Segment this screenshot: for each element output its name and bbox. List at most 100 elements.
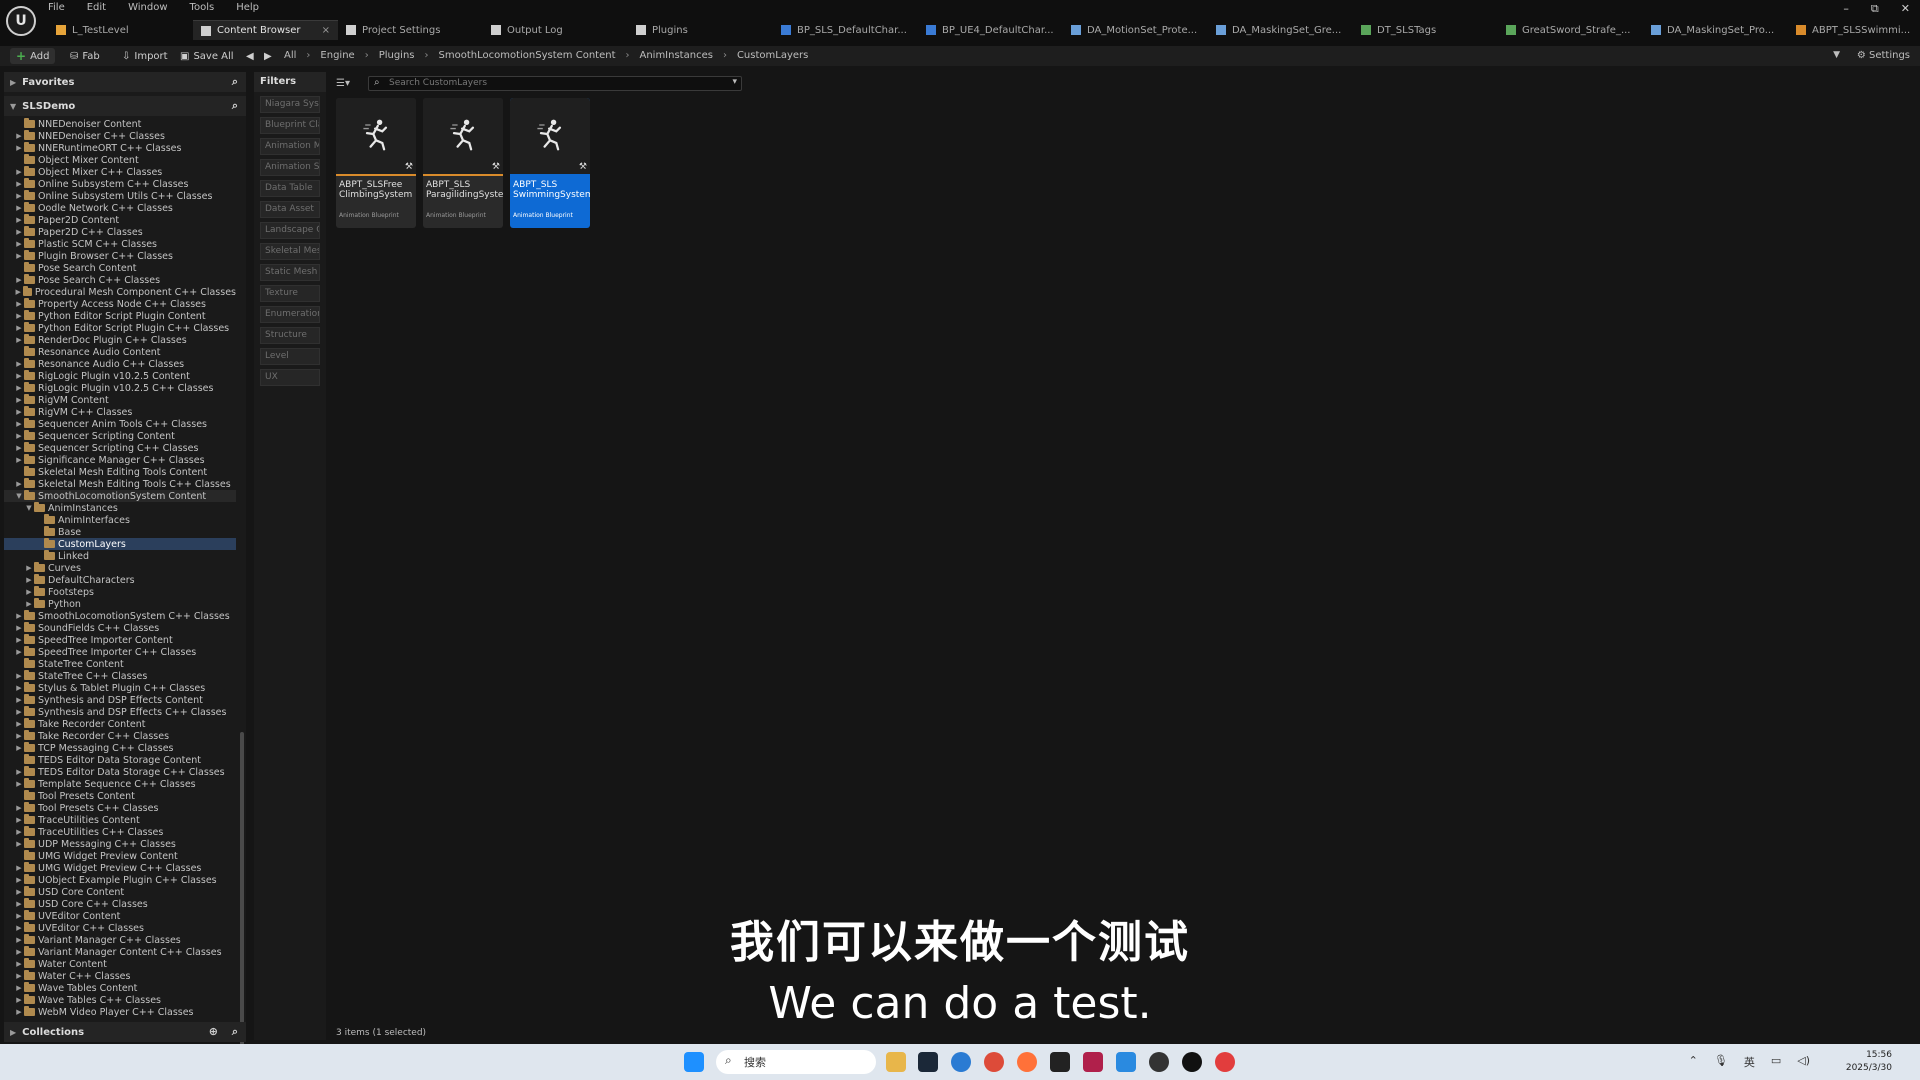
tree-folder-item[interactable]: ▶ Take Recorder C++ Classes [4,730,236,742]
expand-arrow-icon[interactable]: ▶ [14,624,24,632]
expand-arrow-icon[interactable]: ▶ [14,252,24,260]
expand-arrow-icon[interactable]: ▶ [14,384,24,392]
history-back-button[interactable]: ◀ [240,48,260,64]
tab-2[interactable]: Project Settings [338,20,483,40]
tree-folder-item[interactable]: ▶ RigVM C++ Classes [4,406,236,418]
expand-arrow-icon[interactable]: ▶ [24,588,34,596]
tree-folder-item[interactable]: ▶ Sequencer Anim Tools C++ Classes [4,418,236,430]
tree-folder-item[interactable]: ▶ TraceUtilities Content [4,814,236,826]
import-button[interactable]: ⇩ Import [116,48,174,64]
expand-arrow-icon[interactable]: ▶ [14,192,24,200]
tree-folder-item[interactable]: ▶ Significance Manager C++ Classes [4,454,236,466]
tab-7[interactable]: DA_MotionSet_Prote... [1063,20,1208,40]
tree-folder-item[interactable]: Pose Search Content [4,262,236,274]
tree-folder-item[interactable]: ▶ Stylus & Tablet Plugin C++ Classes [4,682,236,694]
restore-button[interactable]: ⧉ [1871,2,1879,16]
tree-folder-item[interactable]: ▶ Template Sequence C++ Classes [4,778,236,790]
expand-arrow-icon[interactable]: ▶ [14,648,24,656]
filter-button[interactable]: Niagara Syst [260,96,320,113]
expand-arrow-icon[interactable]: ▶ [24,600,34,608]
breadcrumb-separator-icon[interactable]: › [625,50,629,61]
expand-arrow-icon[interactable]: ▶ [14,420,24,428]
expand-arrow-icon[interactable]: ▼ [14,492,24,500]
filter-button[interactable]: Animation M [260,138,320,155]
tree-folder-item[interactable]: ▶ Online Subsystem Utils C++ Classes [4,190,236,202]
project-header[interactable]: ▼ SLSDemo ⌕ [4,96,246,116]
tree-folder-item[interactable]: ▶ Sequencer Scripting Content [4,430,236,442]
rider-icon[interactable] [1083,1052,1103,1072]
expand-arrow-icon[interactable]: ▶ [14,444,24,452]
tree-folder-item[interactable]: ▶ Object Mixer C++ Classes [4,166,236,178]
expand-arrow-icon[interactable]: ▶ [14,888,24,896]
tree-folder-item[interactable]: ▶ Sequencer Scripting C++ Classes [4,442,236,454]
firefox-icon[interactable] [1017,1052,1037,1072]
filter-button[interactable]: Data Table [260,180,320,197]
chevron-down-icon[interactable]: ▾ [732,77,737,87]
expand-arrow-icon[interactable]: ▶ [14,288,23,296]
expand-arrow-icon[interactable]: ▶ [14,612,24,620]
clock[interactable]: 15:56 2025/3/30 [1846,1049,1892,1075]
tree-folder-item[interactable]: ▶ TCP Messaging C++ Classes [4,742,236,754]
tree-folder-item[interactable]: ▶ Python [4,598,236,610]
expand-arrow-icon[interactable]: ▼ [24,504,34,512]
expand-arrow-icon[interactable]: ▶ [14,828,24,836]
expand-arrow-icon[interactable]: ▶ [24,564,34,572]
tree-folder-item[interactable]: ▶ USD Core Content [4,886,236,898]
expand-arrow-icon[interactable]: ▶ [14,360,24,368]
expand-arrow-icon[interactable]: ▶ [14,696,24,704]
breadcrumb-separator-icon[interactable]: › [306,50,310,61]
close-tab-icon[interactable]: × [322,25,330,36]
tree-folder-item[interactable]: ▶ NNEDenoiser C++ Classes [4,130,236,142]
filter-button[interactable]: Skeletal Mes [260,243,320,260]
breadcrumb-separator-icon[interactable]: › [365,50,369,61]
breadcrumb-item[interactable]: SmoothLocomotionSystem Content [439,50,616,61]
windows-start-icon[interactable] [684,1052,704,1072]
tree-folder-item[interactable]: Linked [4,550,236,562]
tree-folder-item[interactable]: ▶ TraceUtilities C++ Classes [4,826,236,838]
expand-arrow-icon[interactable]: ▶ [24,576,34,584]
tab-9[interactable]: DT_SLSTags [1353,20,1498,40]
expand-arrow-icon[interactable]: ▶ [14,732,24,740]
tree-folder-item[interactable]: ▶ DefaultCharacters [4,574,236,586]
unreal-engine-icon[interactable] [1182,1052,1202,1072]
tree-folder-item[interactable]: ▶ Pose Search C++ Classes [4,274,236,286]
tree-folder-item[interactable]: ▶ Online Subsystem C++ Classes [4,178,236,190]
ime-icon[interactable]: 英 [1744,1054,1755,1070]
unreal-logo-icon[interactable]: U [6,6,36,36]
filter-button[interactable]: Enumeration [260,306,320,323]
expand-arrow-icon[interactable]: ▶ [14,336,24,344]
menu-help[interactable]: Help [236,2,259,13]
filter-button[interactable]: Texture [260,285,320,302]
expand-arrow-icon[interactable]: ▶ [14,480,24,488]
tree-folder-item[interactable]: ▶ UDP Messaging C++ Classes [4,838,236,850]
filter-button[interactable]: UX [260,369,320,386]
expand-arrow-icon[interactable]: ▶ [14,744,24,752]
search-icon[interactable]: ⌕ [232,75,238,89]
expand-arrow-icon[interactable]: ▶ [14,204,24,212]
app-icon[interactable] [1215,1052,1235,1072]
tree-folder-item[interactable]: NNEDenoiser Content [4,118,236,130]
tree-folder-item[interactable]: ▶ RigLogic Plugin v10.2.5 C++ Classes [4,382,236,394]
tree-folder-item[interactable]: ▶ Paper2D Content [4,214,236,226]
expand-arrow-icon[interactable]: ▶ [14,840,24,848]
tree-folder-item[interactable]: ▼ SmoothLocomotionSystem Content [4,490,236,502]
menu-tools[interactable]: Tools [190,2,215,13]
edge-icon[interactable] [951,1052,971,1072]
expand-arrow-icon[interactable]: ▶ [14,456,24,464]
tree-folder-item[interactable]: ▶ Procedural Mesh Component C++ Classes [4,286,236,298]
expand-arrow-icon[interactable]: ▶ [14,780,24,788]
expand-arrow-icon[interactable]: ▶ [14,324,24,332]
tree-folder-item[interactable]: ▶ SpeedTree Importer Content [4,634,236,646]
filter-button[interactable]: Animation Se [260,159,320,176]
github-icon[interactable] [1149,1052,1169,1072]
expand-arrow-icon[interactable]: ▶ [14,684,24,692]
tree-folder-item[interactable]: AnimInterfaces [4,514,236,526]
menu-window[interactable]: Window [128,2,167,13]
tree-folder-item[interactable]: UMG Widget Preview Content [4,850,236,862]
tab-3[interactable]: Output Log [483,20,628,40]
search-input[interactable]: ⌕ Search CustomLayers ▾ [368,76,742,91]
tree-folder-item[interactable]: ▶ UMG Widget Preview C++ Classes [4,862,236,874]
expand-arrow-icon[interactable]: ▶ [14,144,24,152]
tree-folder-item[interactable]: ▶ SpeedTree Importer C++ Classes [4,646,236,658]
breadcrumb-item[interactable]: Engine [320,50,354,61]
